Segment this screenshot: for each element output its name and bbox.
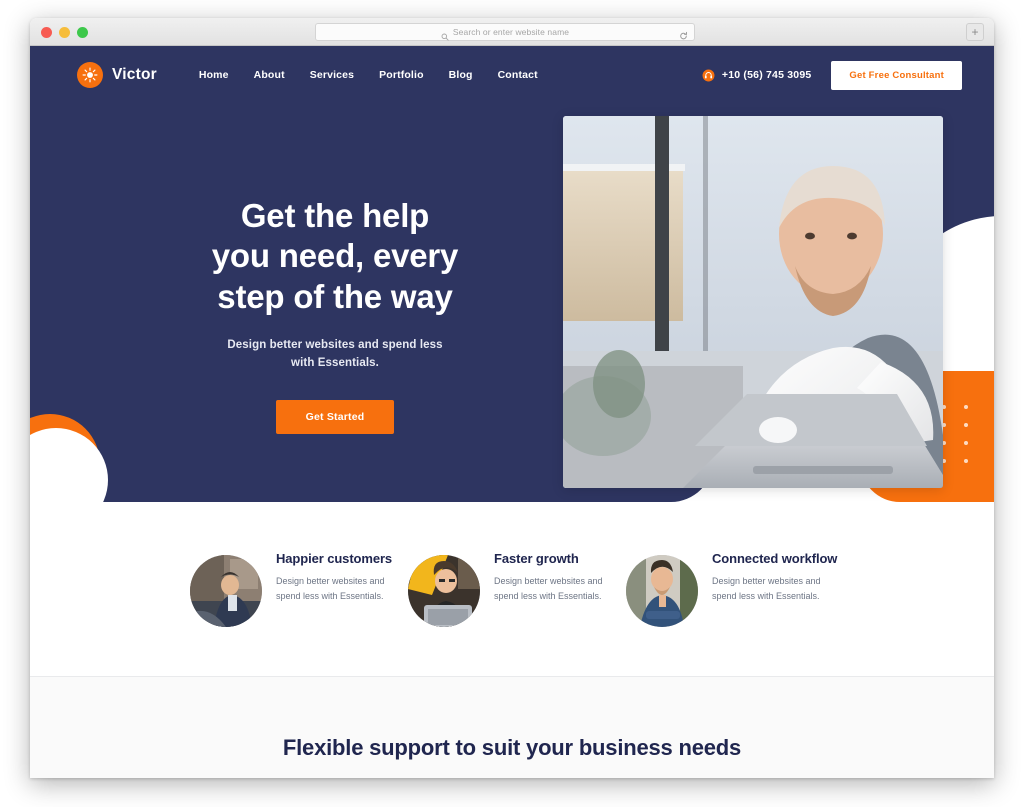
address-bar-placeholder: Search or enter website name: [452, 27, 570, 37]
section-title: Flexible support to suit your business n…: [282, 735, 742, 760]
feature-description: Design better websites and spend less wi…: [276, 576, 385, 601]
hero-title-line-2: you need, every: [211, 237, 459, 275]
nav-item-blog[interactable]: Blog: [449, 69, 473, 81]
feature-item-happier-customers: Happier customers Design better websites…: [190, 551, 408, 627]
get-free-consultant-button[interactable]: Get Free Consultant: [831, 60, 962, 90]
get-started-button[interactable]: Get Started: [275, 400, 395, 435]
features-section: Happier customers Design better websites…: [30, 502, 994, 676]
feature-description: Design better websites and spend less wi…: [712, 576, 821, 601]
avatar: [626, 555, 698, 627]
feature-title: Connected workflow: [712, 551, 838, 566]
new-tab-button[interactable]: +: [966, 23, 984, 41]
feature-text-group: Faster growth Design better websites and…: [494, 551, 614, 603]
feature-title: Faster growth: [494, 551, 579, 566]
nav-item-portfolio[interactable]: Portfolio: [379, 69, 424, 81]
nav-item-contact[interactable]: Contact: [498, 69, 538, 81]
feature-text-group: Connected workflow Design better website…: [712, 551, 837, 603]
headset-icon: [702, 69, 715, 82]
brand-logo[interactable]: Victor: [77, 62, 157, 88]
phone-link[interactable]: +10 (56) 745 3095: [702, 69, 812, 82]
flexible-support-section: Flexible support to suit your business n…: [30, 677, 994, 778]
hero-subtitle-line-2: with Essentials.: [291, 356, 379, 369]
section-divider: [30, 676, 994, 677]
navbar-right-group: +10 (56) 745 3095 Get Free Consultant: [702, 60, 962, 90]
avatar: [408, 555, 480, 627]
hero-subtitle: Design better websites and spend less wi…: [30, 337, 640, 373]
hero-title: Get the help you need, every step of the…: [30, 196, 640, 317]
address-bar-content: Search or enter website name: [441, 27, 570, 41]
phone-number: +10 (56) 745 3095: [721, 69, 812, 81]
browser-toolbar: Search or enter website name +: [30, 18, 994, 46]
hero-content: Get the help you need, every step of the…: [30, 196, 640, 435]
close-window-button[interactable]: [41, 27, 52, 38]
reload-icon[interactable]: [679, 28, 688, 40]
browser-window: Search or enter website name + Victor Ho…: [30, 18, 994, 778]
feature-title: Happier customers: [276, 551, 393, 566]
nav-item-about[interactable]: About: [254, 69, 285, 81]
page-viewport: Victor Home About Services Portfolio Blo…: [30, 46, 994, 778]
hero-title-line-3: step of the way: [217, 277, 453, 315]
feature-description: Design better websites and spend less wi…: [494, 576, 603, 601]
nav-item-home[interactable]: Home: [199, 69, 229, 81]
nav-item-services[interactable]: Services: [310, 69, 354, 81]
maximize-window-button[interactable]: [77, 27, 88, 38]
feature-item-connected-workflow: Connected workflow Design better website…: [626, 551, 844, 627]
nav-links: Home About Services Portfolio Blog Conta…: [199, 69, 538, 81]
search-icon: [441, 28, 449, 41]
window-controls: [41, 27, 88, 38]
feature-text-group: Happier customers Design better websites…: [276, 551, 396, 603]
address-bar[interactable]: Search or enter website name: [315, 23, 695, 41]
sun-burst-icon: [77, 62, 103, 88]
avatar: [190, 555, 262, 627]
brand-name: Victor: [112, 66, 157, 83]
site-navbar: Victor Home About Services Portfolio Blo…: [30, 46, 994, 104]
hero-title-line-1: Get the help: [240, 197, 430, 234]
hero-subtitle-line-1: Design better websites and spend less: [227, 338, 443, 351]
minimize-window-button[interactable]: [59, 27, 70, 38]
feature-item-faster-growth: Faster growth Design better websites and…: [408, 551, 626, 627]
